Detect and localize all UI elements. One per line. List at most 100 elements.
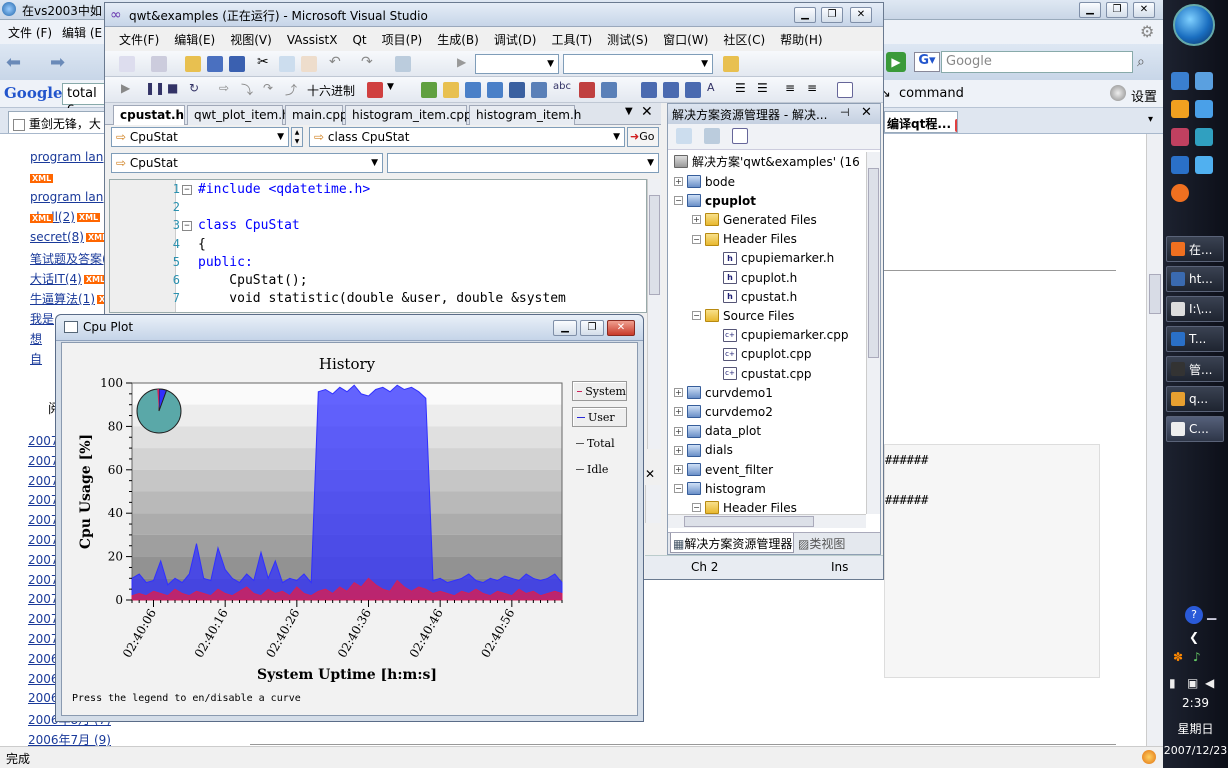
tree-item[interactable]: − cpuplot — [674, 191, 756, 210]
sidebar-link[interactable]: 我是 — [30, 310, 54, 327]
qt-icon-5[interactable] — [509, 82, 525, 98]
code-line[interactable]: void statistic(double &user, double &sys… — [198, 291, 566, 306]
document-tab[interactable]: qwt_plot_item.h — [187, 105, 290, 125]
expand-toggle-icon[interactable]: + — [674, 177, 683, 186]
vs-menu-item[interactable]: Qt — [352, 33, 366, 47]
tree-item[interactable]: c+ cpustat.cpp — [710, 364, 811, 383]
hex-display-button[interactable]: 十六进制 — [307, 82, 355, 99]
paste-icon[interactable] — [301, 56, 317, 72]
expand-toggle-icon[interactable]: − — [674, 196, 683, 206]
archive-link[interactable]: 2006 — [28, 691, 59, 705]
tree-item[interactable]: c+ cpuplot.cpp — [710, 345, 811, 364]
sidebar-link[interactable]: 想 — [30, 330, 42, 347]
tree-h-scrollbar[interactable] — [668, 514, 866, 528]
qt-icon-7[interactable] — [579, 82, 595, 98]
cpu-minimize-button[interactable]: ▁ — [553, 320, 577, 336]
archive-link[interactable]: 2007 — [28, 434, 59, 448]
properties-icon[interactable] — [676, 128, 692, 144]
new-project-icon[interactable] — [119, 56, 135, 72]
code-line[interactable]: #include <qdatetime.h> — [198, 182, 370, 197]
expand-toggle-icon[interactable]: − — [692, 234, 701, 244]
va-icon-1[interactable] — [641, 82, 657, 98]
tray-network-icon[interactable]: ▣ — [1187, 676, 1198, 690]
minimize-tray-icon[interactable]: ▁ — [1207, 606, 1216, 620]
archive-link[interactable]: 2007 — [28, 612, 59, 626]
qt-icon-1[interactable] — [421, 82, 437, 98]
archive-link[interactable]: 2007 — [28, 474, 59, 488]
code-line[interactable]: public: — [198, 255, 253, 270]
vs-maximize-button[interactable]: ❐ — [821, 7, 843, 23]
browser-tab-2[interactable]: 编译qt程... ✕ — [884, 111, 958, 133]
archive-link[interactable]: 2007 — [28, 533, 59, 547]
editor-scrollbar[interactable] — [647, 179, 661, 449]
vs-menu-item[interactable]: 社区(C) — [723, 33, 765, 47]
va-font-icon[interactable]: A — [707, 81, 715, 94]
document-tab[interactable]: histogram_item.cpp — [345, 105, 472, 125]
sidebar-link-text[interactable]: secret(8) — [30, 230, 84, 244]
sidebar-link-text[interactable]: 自 — [30, 352, 42, 366]
platform-combo[interactable]: ▼ — [563, 54, 713, 74]
tray-qq-icon[interactable]: ♪ — [1193, 650, 1201, 664]
tray-app-icon[interactable]: ✽ — [1173, 650, 1183, 664]
cpu-close-button[interactable]: ✕ — [607, 320, 635, 336]
gear-icon[interactable]: ⚙ — [1140, 22, 1154, 41]
document-tab[interactable]: main.cpp — [285, 105, 348, 125]
copy-icon[interactable] — [279, 56, 295, 72]
code-line[interactable]: class CpuStat — [198, 218, 300, 233]
spell-check-icon[interactable]: abc — [553, 81, 571, 92]
pin-icon[interactable]: ⊣ — [840, 106, 850, 119]
legend-item[interactable]: System — [572, 381, 627, 401]
archive-link[interactable]: 2007 — [28, 573, 59, 587]
add-item-icon[interactable] — [151, 56, 167, 72]
solution-root[interactable]: 解决方案'qwt&examples' (16 — [674, 152, 860, 171]
qt-icon-2[interactable] — [443, 82, 459, 98]
start-debug-icon[interactable]: ▶ — [457, 55, 466, 69]
redo-icon[interactable]: ↷ — [361, 54, 373, 70]
quicklaunch-ie-icon[interactable] — [1195, 100, 1213, 118]
code-line[interactable]: { — [198, 237, 206, 252]
archive-link[interactable]: 2007 — [28, 513, 59, 527]
show-next-icon[interactable]: ⇨ — [219, 81, 229, 95]
sidebar-link[interactable]: 笔试题及答案( — [30, 250, 107, 267]
close-button[interactable]: ✕ — [1133, 2, 1155, 18]
step-into-icon[interactable]: ⤵ — [241, 81, 253, 98]
fold-toggle-icon[interactable]: − — [182, 185, 192, 195]
archive-link[interactable]: 2007 — [28, 454, 59, 468]
va-icon-3[interactable] — [685, 82, 701, 98]
vs-menu-item[interactable]: 工具(T) — [551, 33, 592, 47]
browser-tab[interactable]: 重剑无锋，大 — [8, 111, 106, 133]
expand-toggle-icon[interactable]: − — [692, 311, 701, 321]
archive-link[interactable]: 2007 — [28, 632, 59, 646]
start-button[interactable] — [1173, 4, 1215, 46]
output-close-icon[interactable]: ✕ — [645, 467, 655, 481]
clock-time[interactable]: 2:39 — [1163, 696, 1228, 710]
tree-item[interactable]: h cpustat.h — [710, 287, 797, 306]
combo-spinner[interactable]: ▲ ▼ — [291, 127, 303, 147]
go-icon[interactable]: ▶ — [886, 52, 906, 72]
qt-icon-3[interactable] — [465, 82, 481, 98]
legend-item[interactable]: User — [572, 407, 627, 427]
quicklaunch-firefox-icon[interactable] — [1171, 184, 1189, 202]
sidebar-link[interactable]: 自 — [30, 350, 42, 367]
tree-v-scrollbar[interactable] — [866, 152, 880, 514]
navigate-icon[interactable] — [395, 56, 411, 72]
tree-item[interactable]: + data_plot — [674, 422, 761, 441]
sidebar-link-text[interactable]: program lang — [30, 150, 111, 164]
function-combo[interactable]: ▼ — [387, 153, 659, 173]
taskbar-button[interactable]: 管... — [1166, 356, 1224, 382]
tree-item[interactable]: − Source Files — [692, 306, 794, 325]
output-scrollbar[interactable] — [645, 485, 661, 523]
expand-toggle-icon[interactable]: − — [674, 484, 683, 494]
minimize-button[interactable]: ▁ — [1079, 2, 1101, 18]
expand-toggle-icon[interactable]: − — [692, 503, 701, 513]
save-all-icon[interactable] — [229, 56, 245, 72]
archive-link[interactable]: 2006 — [28, 652, 59, 666]
breakpoints-dropdown-icon[interactable]: ▼ — [387, 82, 394, 92]
archive-link[interactable]: 2006 — [28, 672, 59, 686]
continue-icon[interactable]: ▶ — [121, 81, 130, 95]
sidebar-link[interactable]: program lang — [30, 150, 111, 164]
command-label[interactable]: command — [899, 86, 964, 101]
archive-link[interactable]: 2007 — [28, 493, 59, 507]
taskbar-button[interactable]: 在... — [1166, 236, 1224, 262]
refresh-icon[interactable] — [732, 128, 748, 144]
